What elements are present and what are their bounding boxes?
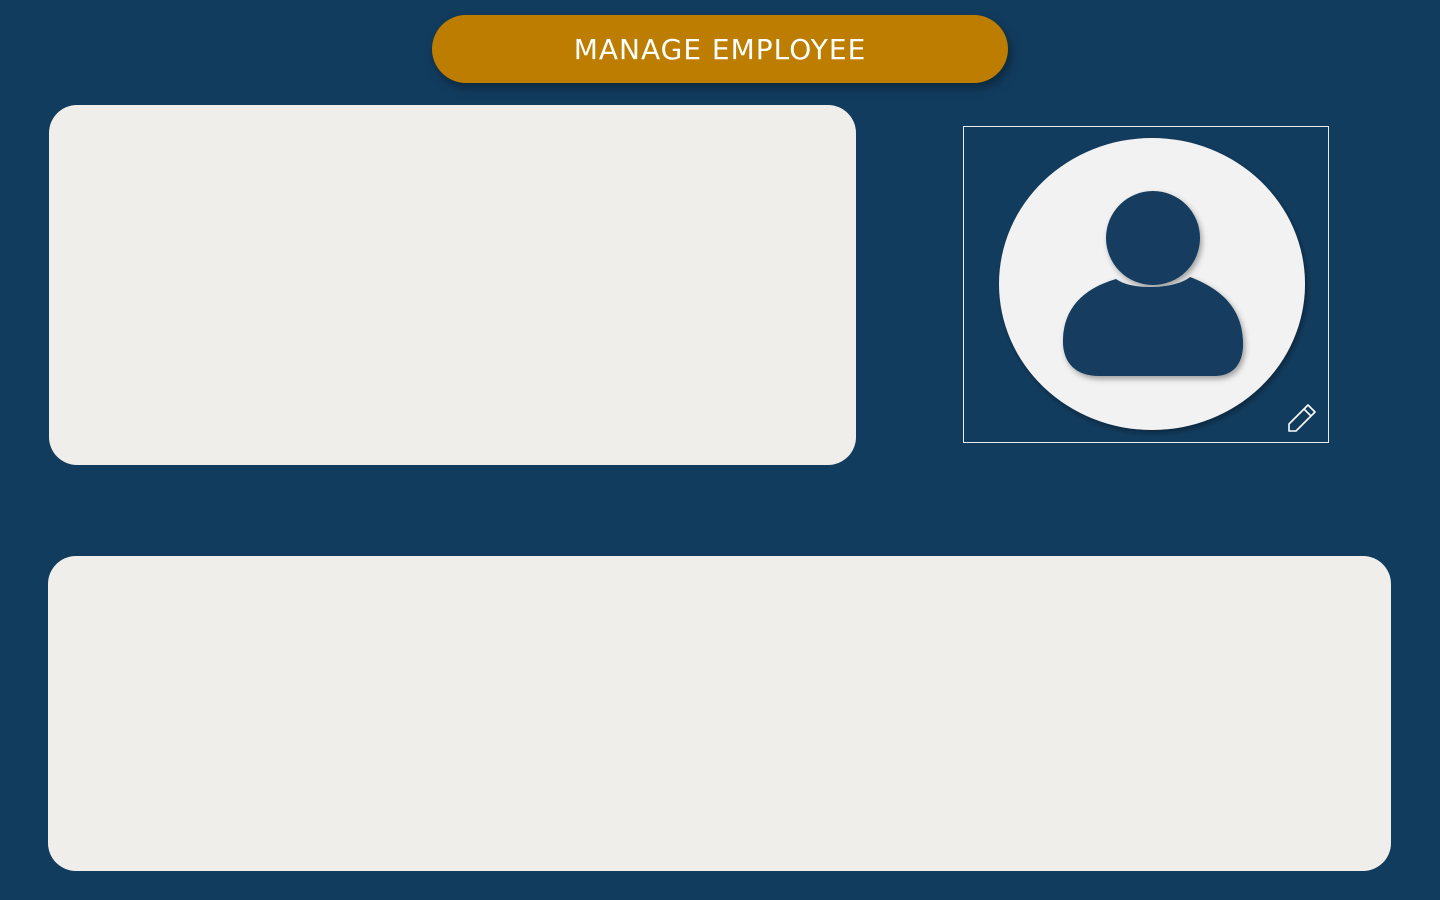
profile-photo-frame[interactable] bbox=[963, 126, 1329, 443]
employee-list-panel bbox=[48, 556, 1391, 871]
pencil-icon bbox=[1288, 404, 1316, 432]
edit-photo-button[interactable] bbox=[1284, 401, 1322, 439]
user-avatar-icon bbox=[999, 138, 1305, 430]
page-title: Manage Employee bbox=[432, 15, 1008, 83]
employee-details-panel bbox=[49, 105, 856, 465]
